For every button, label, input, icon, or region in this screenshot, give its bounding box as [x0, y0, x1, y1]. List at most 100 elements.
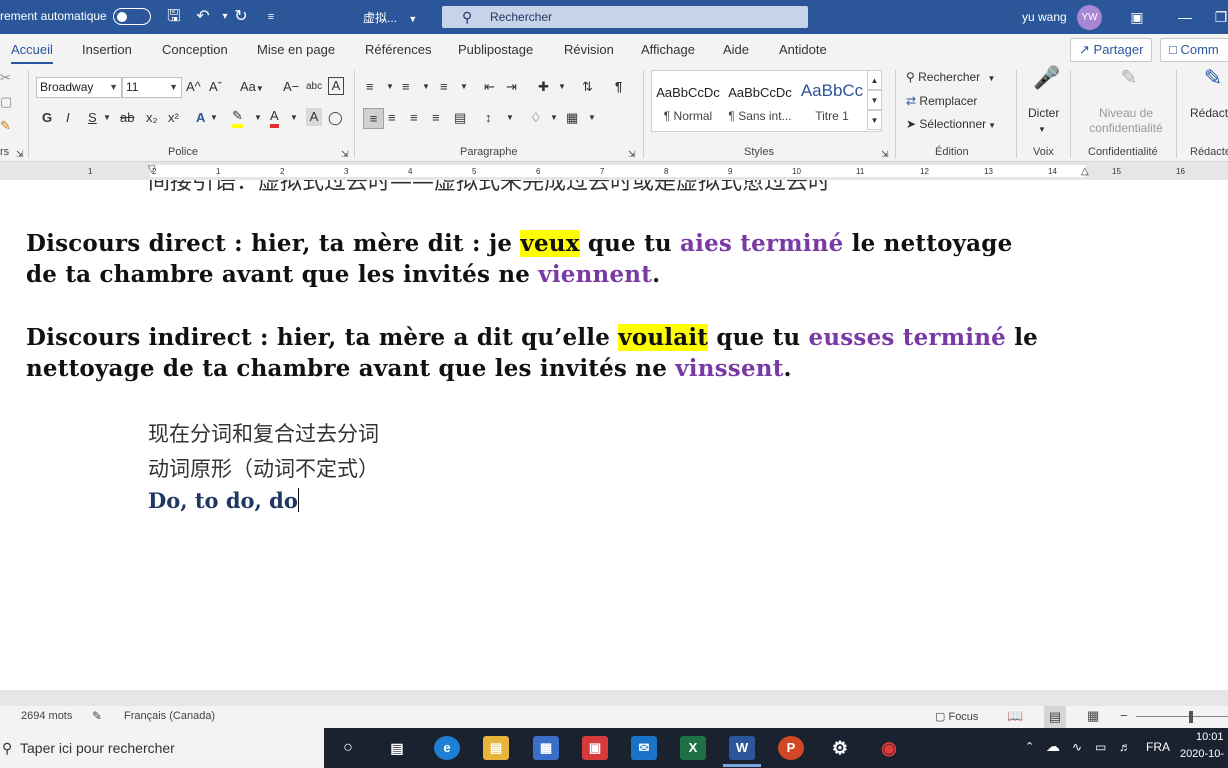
minimize-icon[interactable]: — — [1174, 6, 1196, 28]
editor-button[interactable]: Rédacte — [1190, 106, 1228, 120]
right-indent-marker[interactable]: △ — [1081, 166, 1089, 177]
input-language[interactable]: FRA — [1146, 740, 1170, 754]
paragraph-dialog-launcher-icon[interactable]: ⇲ — [628, 144, 636, 164]
chevron-down-icon[interactable]: ▼ — [1038, 120, 1046, 140]
styles-scroll-up-icon[interactable]: ▲ — [867, 70, 882, 90]
restore-icon[interactable]: ❐ — [1210, 6, 1228, 28]
distributed-icon[interactable]: ▤ — [454, 108, 466, 128]
tab-insertion[interactable]: Insertion — [82, 42, 132, 57]
grow-font-icon[interactable]: A^ — [186, 77, 201, 97]
tab-accueil[interactable]: Accueil — [11, 42, 53, 65]
tab-publipostage[interactable]: Publipostage — [458, 42, 533, 57]
tab-revision[interactable]: Révision — [564, 42, 614, 57]
document-page[interactable]: 间接引语：虚拟式过去时——虚拟式未完成过去时或是虚拟式愈过去时 Discours… — [0, 180, 1228, 690]
autosave-toggle[interactable] — [113, 8, 151, 25]
chevron-down-icon[interactable]: ▼ — [290, 108, 298, 128]
language-indicator[interactable]: Français (Canada) — [124, 710, 215, 722]
screen-recorder-icon[interactable]: ◉ — [876, 736, 902, 760]
font-dialog-launcher-icon[interactable]: ⇲ — [341, 144, 349, 164]
mail-icon[interactable]: ✉ — [631, 736, 657, 760]
asian-layout-icon[interactable]: ✚ — [538, 77, 549, 97]
chevron-down-icon[interactable]: ▼ — [460, 77, 468, 97]
bullets-icon[interactable]: ≡ — [366, 77, 374, 97]
shading-icon[interactable]: ♢ — [530, 108, 542, 128]
increase-indent-icon[interactable]: ⇥ — [506, 77, 517, 97]
powerpoint-icon[interactable]: P — [778, 736, 804, 760]
tab-affichage[interactable]: Affichage — [641, 42, 695, 57]
multilevel-list-icon[interactable]: ≡ — [440, 77, 448, 97]
text-effects-icon[interactable]: A — [196, 108, 205, 128]
clipboard-launcher-icon[interactable]: ⇲ — [16, 144, 24, 164]
font-name-dropdown[interactable]: Broadway ▼ — [36, 77, 122, 98]
styles-scroll-down-icon[interactable]: ▼ — [867, 90, 882, 110]
italic-icon[interactable]: I — [66, 108, 70, 128]
volume-icon[interactable]: ♬ — [1119, 740, 1131, 754]
wifi-icon[interactable]: ∿ — [1072, 740, 1082, 754]
replace-button[interactable]: ⇄ Remplacer — [906, 94, 977, 108]
horizontal-ruler[interactable]: ▽ △ 2 1 1 2 3 4 5 6 7 8 9 10 11 12 13 14… — [0, 162, 1228, 180]
read-mode-icon[interactable]: 📖 — [1007, 708, 1023, 724]
shrink-font-icon[interactable]: Aˇ — [209, 77, 222, 97]
battery-icon[interactable]: ▭ — [1095, 740, 1106, 754]
chevron-down-icon[interactable]: ▼ — [588, 108, 596, 128]
align-left-icon[interactable]: ≡ — [363, 108, 384, 129]
proofing-icon[interactable]: ✎ — [92, 709, 102, 723]
tab-references[interactable]: Références — [365, 42, 431, 57]
find-button[interactable]: ⚲ Rechercher ▼ — [906, 70, 995, 84]
styles-more-icon[interactable]: ▼ — [867, 110, 882, 130]
search-box[interactable]: ⚲ Rechercher — [442, 6, 808, 28]
tab-conception[interactable]: Conception — [162, 42, 228, 57]
sensitivity-button[interactable]: Niveau de confidentialité — [1080, 106, 1172, 136]
word-count[interactable]: 2694 mots — [21, 710, 72, 722]
clock-time[interactable]: 10:01 — [1196, 731, 1224, 743]
undo-icon[interactable]: ↶ — [192, 6, 214, 28]
ribbon-display-icon[interactable]: ▣ — [1126, 6, 1148, 28]
line-spacing-icon[interactable]: ↕ — [485, 108, 492, 128]
cut-icon[interactable]: ✂ — [0, 68, 11, 88]
chevron-down-icon[interactable]: ▼ — [386, 77, 394, 97]
phonetic-guide-icon[interactable]: abc — [306, 77, 322, 97]
chevron-down-icon[interactable]: ▼ — [103, 108, 111, 128]
file-explorer-icon[interactable]: ▤ — [483, 736, 509, 760]
avatar[interactable]: YW — [1077, 5, 1102, 30]
print-layout-icon[interactable]: ▤ — [1044, 706, 1066, 728]
task-view-icon[interactable]: ▤ — [384, 736, 410, 760]
customize-qat-icon[interactable]: ≡ — [260, 6, 282, 28]
onedrive-icon[interactable]: ☁ — [1046, 738, 1060, 755]
numbering-icon[interactable]: ≡ — [402, 77, 410, 97]
gift-icon[interactable]: ▣ — [582, 736, 608, 760]
change-case-icon[interactable]: Aa▼ — [240, 77, 264, 99]
tab-aide[interactable]: Aide — [723, 42, 749, 57]
settings-icon[interactable]: ⚙ — [827, 736, 853, 760]
zoom-out-icon[interactable]: − — [1120, 708, 1128, 723]
strikethrough-icon[interactable]: ab — [120, 108, 134, 128]
font-color-icon[interactable]: A — [270, 108, 279, 128]
clock-date[interactable]: 2020-10- — [1180, 748, 1224, 760]
character-shading-icon[interactable]: A — [306, 108, 322, 126]
align-right-icon[interactable]: ≡ — [410, 108, 418, 128]
style-normal[interactable]: AaBbCcDc ¶ Normal — [652, 71, 724, 131]
save-icon[interactable]: 🖫 — [163, 6, 185, 28]
dictate-button[interactable]: Dicter — [1028, 106, 1059, 120]
decrease-indent-icon[interactable]: ⇤ — [484, 77, 495, 97]
store-icon[interactable]: ▦ — [533, 736, 559, 760]
web-layout-icon[interactable]: ▦ — [1087, 708, 1099, 724]
chevron-down-icon[interactable]: ▼ — [558, 77, 566, 97]
clear-formatting-icon[interactable]: A− — [283, 77, 299, 97]
tab-antidote[interactable]: Antidote — [779, 42, 827, 57]
justify-icon[interactable]: ≡ — [432, 108, 440, 128]
chevron-down-icon[interactable]: ▼ — [506, 108, 514, 128]
sensitivity-icon[interactable]: ✎ — [1117, 68, 1141, 96]
chevron-down-icon[interactable]: ▼ — [254, 108, 262, 128]
excel-icon[interactable]: X — [680, 736, 706, 760]
show-marks-icon[interactable]: ¶ — [615, 77, 622, 97]
taskbar-search[interactable]: ⚲ Taper ici pour rechercher — [0, 728, 324, 768]
select-button[interactable]: ➤ Sélectionner ▼ — [906, 117, 996, 131]
chevron-down-icon[interactable]: ▼ — [210, 108, 218, 128]
word-icon[interactable]: W — [723, 736, 761, 767]
share-button[interactable]: ↗ Partager — [1070, 38, 1153, 62]
style-no-spacing[interactable]: AaBbCcDc ¶ Sans int... — [724, 71, 796, 131]
enclose-characters-icon[interactable]: ◯ — [328, 108, 343, 128]
sort-icon[interactable]: ⇅ — [582, 77, 593, 97]
subscript-icon[interactable]: x₂ — [146, 108, 158, 128]
